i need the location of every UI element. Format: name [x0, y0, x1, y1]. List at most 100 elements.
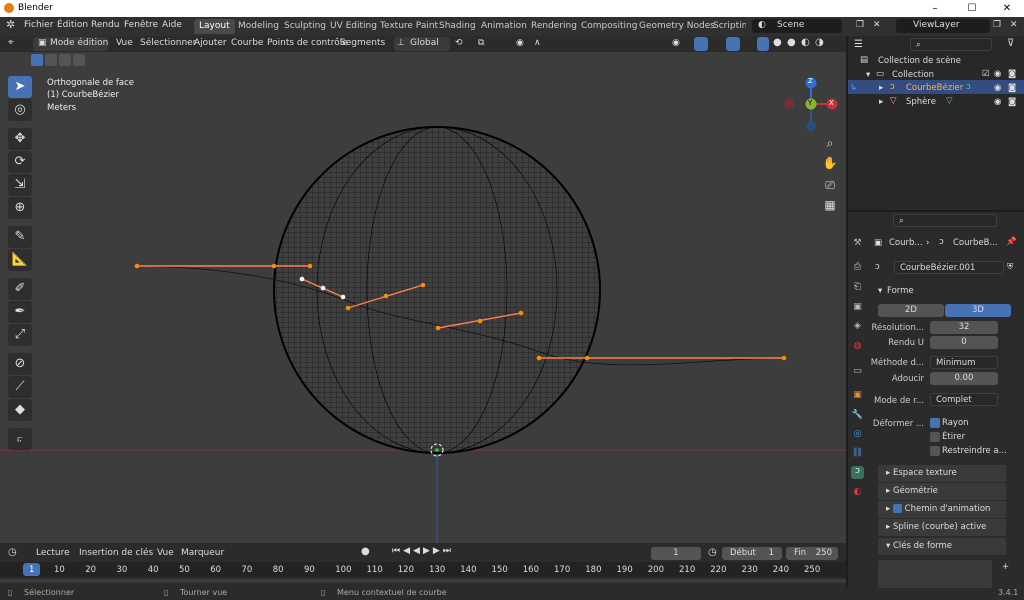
end-frame-field[interactable]: Fin 250: [786, 547, 838, 560]
sphere-visibility-icon[interactable]: ◉: [994, 97, 1001, 107]
tab-texture-paint[interactable]: Texture Paint: [375, 19, 443, 34]
tab-scripting[interactable]: Scripting: [708, 19, 746, 34]
pivot-icon[interactable]: ⟲: [455, 38, 463, 48]
select-invert-icon[interactable]: [73, 54, 85, 66]
curve-data-properties-icon[interactable]: ↄ: [851, 466, 864, 479]
minimize-button[interactable]: –: [918, 0, 952, 17]
view-menu[interactable]: Vue: [157, 548, 174, 558]
outliner-search-input[interactable]: ⌕: [910, 38, 992, 51]
radius-tool-icon[interactable]: ⊘: [8, 353, 32, 375]
3d-viewport[interactable]: Orthogonale de face (1) CourbeBézier Met…: [0, 52, 846, 543]
tool-properties-icon[interactable]: ⚒: [851, 238, 864, 251]
viewport-canvas[interactable]: [0, 52, 846, 543]
pan-hand-icon[interactable]: ✋: [820, 154, 840, 172]
falloff-icon[interactable]: ∧: [534, 38, 541, 48]
editor-type-icon[interactable]: ☰: [854, 39, 863, 50]
rotate-tool-icon[interactable]: ⟳: [8, 151, 32, 173]
menu-file[interactable]: Fichier: [24, 20, 53, 30]
object-properties-icon[interactable]: ▣: [851, 390, 864, 403]
rendered-shading-icon[interactable]: ◑: [815, 37, 824, 48]
render-properties-icon[interactable]: ⎙: [851, 262, 864, 275]
zoom-icon[interactable]: ⌕: [820, 134, 840, 152]
add-shape-key-icon[interactable]: +: [1002, 562, 1009, 572]
proportional-edit-icon[interactable]: ◉: [516, 38, 524, 48]
pin-icon[interactable]: 📌: [1006, 237, 1017, 247]
measure-tool-icon[interactable]: 📐: [8, 249, 32, 271]
gizmo-x-label[interactable]: X: [829, 99, 834, 107]
scene-properties-icon[interactable]: ◈: [851, 321, 864, 334]
menu-help[interactable]: Aide: [162, 20, 182, 30]
section-cles-de-forme[interactable]: ▾ Clés de forme: [878, 538, 1006, 555]
material-properties-icon[interactable]: ◐: [851, 487, 864, 500]
randomize-tool-icon[interactable]: ◆: [8, 399, 32, 421]
draw-tool-icon[interactable]: ✐: [8, 278, 32, 300]
tab-modeling[interactable]: Modeling: [233, 19, 284, 34]
menu-edit[interactable]: Édition: [57, 20, 88, 30]
editor-type-icon[interactable]: ⌖: [8, 37, 14, 48]
new-scene-icon[interactable]: ❐: [856, 20, 864, 30]
delete-scene-icon[interactable]: ✕: [873, 20, 881, 30]
tilt-tool-icon[interactable]: ⟋: [8, 376, 32, 398]
start-frame-field[interactable]: Début 1: [722, 547, 782, 560]
editor-type-icon[interactable]: ◷: [8, 547, 17, 558]
extrude-tool-icon[interactable]: ⤢: [8, 324, 32, 346]
twist-method-select[interactable]: Minimum: [930, 356, 998, 369]
camera-icon[interactable]: ⎚: [820, 176, 840, 194]
collection-expand-icon[interactable]: ▾: [866, 70, 870, 80]
select-subtract-icon[interactable]: [59, 54, 71, 66]
collection-properties-icon[interactable]: ▭: [851, 366, 864, 379]
menu-view[interactable]: Vue: [116, 38, 133, 48]
filter-icon[interactable]: ⊽: [1007, 38, 1014, 49]
world-properties-icon[interactable]: ◍: [851, 341, 864, 354]
record-icon[interactable]: ●: [361, 546, 370, 557]
tab-sculpting[interactable]: Sculpting: [279, 19, 331, 34]
section-chemin-animation[interactable]: ▸ Chemin d'animation: [878, 501, 1006, 518]
pen-tool-icon[interactable]: ✒: [8, 301, 32, 323]
bounds-clamp-checkbox[interactable]: [930, 446, 940, 456]
section-geometrie[interactable]: ▸ Géométrie: [878, 483, 1006, 500]
menu-control-points[interactable]: Points de contrôle: [267, 38, 348, 48]
marker-menu[interactable]: Marqueur: [181, 548, 224, 558]
menu-select[interactable]: Sélectionner: [140, 38, 196, 48]
view-layer-icon[interactable]: ▣: [851, 302, 864, 315]
tab-animation[interactable]: Animation: [476, 19, 532, 34]
snap-icon[interactable]: ⧉: [478, 38, 484, 48]
render-u-field[interactable]: 0: [930, 336, 998, 349]
fake-user-shield-icon[interactable]: ⛨: [1007, 262, 1013, 272]
collection-visibility-icon[interactable]: ◉: [994, 69, 1001, 79]
fill-mode-select[interactable]: Complet: [930, 393, 998, 406]
current-frame-field[interactable]: 1: [651, 547, 701, 560]
editor-type-icon[interactable]: ✲: [6, 18, 15, 31]
outliner-item-sphere[interactable]: Sphère: [906, 97, 936, 107]
properties-search-input[interactable]: ⌕: [893, 214, 997, 227]
cursor-tool-icon[interactable]: ◎: [8, 99, 32, 121]
tab-compositing[interactable]: Compositing: [576, 19, 642, 34]
playback-controls-icon[interactable]: ⏮◀◀▶▶⏭: [392, 546, 454, 556]
tab-shading[interactable]: Shading: [434, 19, 481, 34]
scene-collection-label[interactable]: Collection de scène: [878, 56, 961, 66]
maximize-button[interactable]: ☐: [955, 0, 989, 17]
section-forme[interactable]: Forme: [887, 286, 914, 296]
menu-add[interactable]: Ajouter: [194, 38, 227, 48]
collection-label[interactable]: Collection: [892, 70, 934, 80]
annotate-tool-icon[interactable]: ✎: [8, 226, 32, 248]
forme-expand-icon[interactable]: ▾: [878, 286, 882, 296]
scale-tool-icon[interactable]: ⇲: [8, 174, 32, 196]
tab-layout[interactable]: Layout: [194, 19, 235, 34]
section-spline-active[interactable]: ▸ Spline (courbe) active: [878, 519, 1006, 536]
select-mode-buttons[interactable]: [31, 54, 87, 66]
shape-keys-list[interactable]: [878, 560, 992, 588]
menu-window[interactable]: Fenêtre: [124, 20, 158, 30]
physics-properties-icon[interactable]: ◎: [851, 429, 864, 442]
toggle-2d[interactable]: 2D: [878, 304, 944, 317]
new-view-layer-icon[interactable]: ❐: [993, 20, 1001, 30]
gizmo-z-label[interactable]: Z: [808, 77, 813, 85]
outliner-item-courbe[interactable]: CourbeBézier: [906, 83, 963, 93]
timeline-scrollbar[interactable]: [0, 579, 846, 583]
tab-rendering[interactable]: Rendering: [526, 19, 582, 34]
courbe-visibility-icon[interactable]: ◉: [994, 83, 1001, 93]
move-tool-icon[interactable]: ✥: [8, 128, 32, 150]
menu-segments[interactable]: Segments: [340, 38, 385, 48]
gizmo-toggle-icon[interactable]: [694, 37, 708, 51]
output-properties-icon[interactable]: ⎗: [851, 282, 864, 295]
